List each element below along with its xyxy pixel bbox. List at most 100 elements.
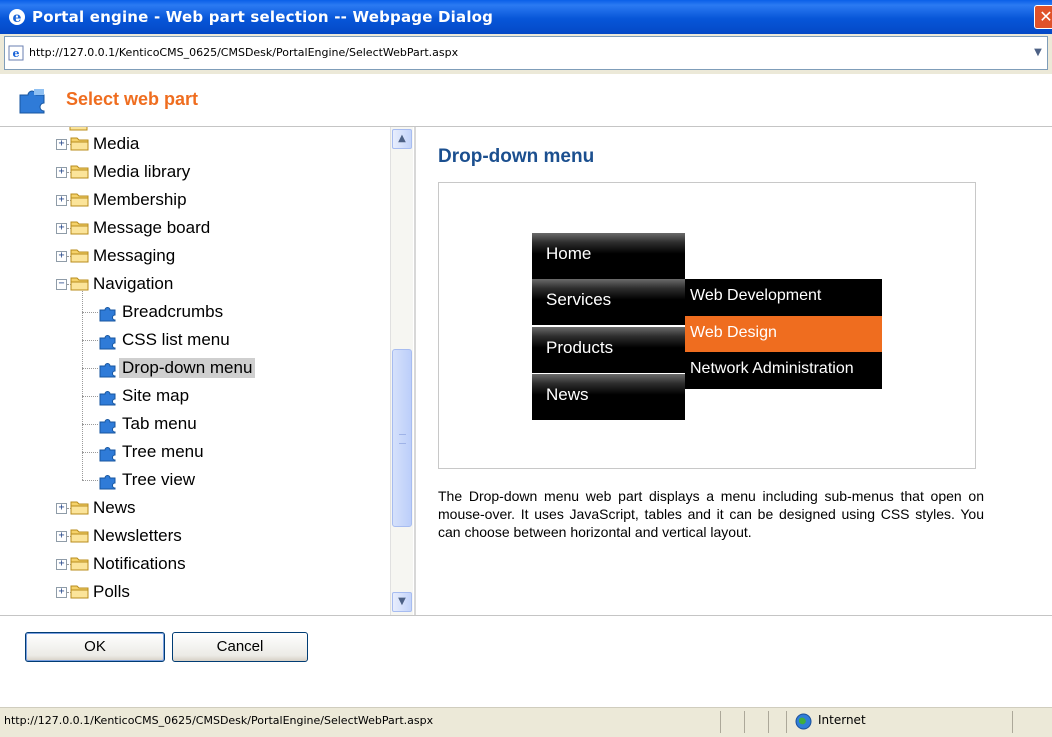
tree-item-label: Notifications — [93, 554, 186, 573]
tree-webpart-item[interactable]: CSS list menu — [0, 329, 388, 353]
address-bar: e http://127.0.0.1/KenticoCMS_0625/CMSDe… — [0, 34, 1052, 74]
ie-logo-icon: e — [9, 9, 25, 26]
preview-menu-label: Services — [546, 290, 612, 309]
status-bar: http://127.0.0.1/KenticoCMS_0625/CMSDesk… — [0, 707, 1052, 737]
ok-button[interactable]: OK — [25, 632, 165, 662]
tree-folder-item[interactable]: − Navigation — [0, 273, 388, 297]
expand-icon[interactable]: + — [56, 559, 67, 570]
tree-item-label: Navigation — [93, 274, 174, 293]
folder-icon — [70, 193, 89, 207]
preview-submenu-item: Web Development — [685, 279, 882, 315]
preview-menu-item: News — [532, 374, 685, 420]
tree-folder-item[interactable]: + News — [0, 497, 388, 521]
expand-icon[interactable]: + — [56, 587, 67, 598]
tree-connector-vertical — [82, 291, 84, 480]
scroll-thumb[interactable] — [392, 349, 412, 527]
tree-webpart-item[interactable]: Drop-down menu — [0, 357, 388, 381]
preview-submenu-label: Network Administration — [690, 360, 854, 377]
tree-item-label: Media — [93, 134, 140, 153]
tree-scrollbar[interactable]: ▲ ▼ — [390, 127, 413, 615]
webpart-description: The Drop-down menu web part displays a m… — [438, 488, 984, 540]
tree-folder-item[interactable]: + Messaging — [0, 245, 388, 269]
tree-folder-item[interactable]: + Notifications — [0, 553, 388, 577]
window-title-bar[interactable]: e Portal engine - Web part selection -- … — [0, 0, 1052, 34]
page-title: Select web part — [66, 89, 199, 109]
preview-menu-item: Products — [532, 327, 685, 373]
tree-connector — [82, 368, 98, 370]
tree-folder-item[interactable]: + Media — [0, 133, 388, 157]
tree-webpart-item[interactable]: Tree menu — [0, 441, 388, 465]
tree-item-label: Tab menu — [122, 414, 197, 433]
tree-connector — [82, 452, 98, 454]
webpart-icon — [99, 307, 116, 322]
tree-item-label: Media library — [93, 162, 191, 181]
address-dropdown-icon[interactable]: ▼ — [1031, 46, 1045, 60]
dialog-footer: OK Cancel — [0, 615, 1052, 708]
tree-webpart-item[interactable]: Site map — [0, 385, 388, 409]
tree-connector — [82, 340, 98, 342]
tree-item-label: Polls — [93, 582, 130, 601]
expand-icon[interactable]: + — [56, 223, 67, 234]
status-separator — [720, 711, 721, 733]
scroll-up-button[interactable]: ▲ — [392, 129, 412, 149]
tree-item-label: Breadcrumbs — [122, 302, 224, 321]
tree-item-label: Newsletters — [93, 526, 182, 545]
webpart-tree: + Media + Media library + Membership + Message … — [0, 127, 412, 615]
folder-icon — [70, 585, 89, 599]
svg-text:e: e — [13, 10, 22, 26]
preview-submenu-label: Web Development — [690, 287, 822, 304]
close-button[interactable]: ✕ — [1034, 5, 1052, 29]
preview-menu-label: Products — [546, 338, 614, 357]
webpart-preview: Home Services Products News Web Developm… — [438, 182, 976, 469]
expand-icon[interactable]: + — [56, 167, 67, 178]
tree-item-label: Messaging — [93, 246, 176, 265]
preview-submenu: Web Development Web Design Network Admin… — [685, 279, 882, 389]
expand-icon[interactable]: + — [56, 531, 67, 542]
webpart-icon — [99, 419, 116, 434]
folder-icon — [70, 529, 89, 543]
webpart-icon — [99, 475, 116, 490]
expand-icon[interactable]: + — [56, 251, 67, 262]
svg-text:e: e — [13, 47, 20, 60]
preview-submenu-item: Network Administration — [685, 352, 882, 388]
status-separator — [744, 711, 745, 733]
preview-menu-item: Services — [532, 279, 685, 325]
webpart-title: Drop-down menu — [438, 146, 595, 167]
status-url: http://127.0.0.1/KenticoCMS_0625/CMSDesk… — [4, 714, 434, 727]
tree-folder-item[interactable]: + Newsletters — [0, 525, 388, 549]
tree-connector — [82, 312, 98, 314]
address-field[interactable]: e http://127.0.0.1/KenticoCMS_0625/CMSDe… — [4, 36, 1048, 70]
webpart-icon — [99, 335, 116, 350]
globe-icon — [795, 713, 812, 730]
tree-item-label: CSS list menu — [122, 330, 230, 349]
tree-folder-item[interactable]: + Membership — [0, 189, 388, 213]
tree-folder-item[interactable]: + Media library — [0, 161, 388, 185]
collapse-icon[interactable]: − — [56, 279, 67, 290]
puzzle-icon — [19, 89, 45, 114]
tree-webpart-item[interactable]: Tab menu — [0, 413, 388, 437]
cancel-button[interactable]: Cancel — [172, 632, 308, 662]
tree-item-label: Membership — [93, 190, 187, 209]
preview-menu-label: News — [546, 385, 589, 404]
tree-connector — [82, 396, 98, 398]
folder-icon — [70, 501, 89, 515]
expand-icon[interactable]: + — [56, 195, 67, 206]
folder-icon — [70, 277, 89, 291]
preview-submenu-item-highlighted: Web Design — [685, 316, 882, 352]
expand-icon[interactable]: + — [56, 139, 67, 150]
scroll-grip-icon — [399, 434, 406, 444]
preview-submenu-label: Web Design — [690, 324, 777, 341]
folder-icon — [70, 165, 89, 179]
tree-folder-item[interactable]: + Polls — [0, 581, 388, 605]
status-separator — [768, 711, 769, 733]
tree-folder-item[interactable]: + Message board — [0, 217, 388, 241]
tree-webpart-item[interactable]: Breadcrumbs — [0, 301, 388, 325]
tree-webpart-item[interactable]: Tree view — [0, 469, 388, 493]
window-title: Portal engine - Web part selection -- We… — [32, 8, 494, 26]
tree-item-label: News — [93, 498, 136, 517]
page-icon: e — [8, 45, 24, 61]
scroll-down-button[interactable]: ▼ — [392, 592, 412, 612]
expand-icon[interactable]: + — [56, 503, 67, 514]
tree-item-label-selected: Drop-down menu — [119, 358, 256, 378]
status-separator — [786, 711, 787, 733]
